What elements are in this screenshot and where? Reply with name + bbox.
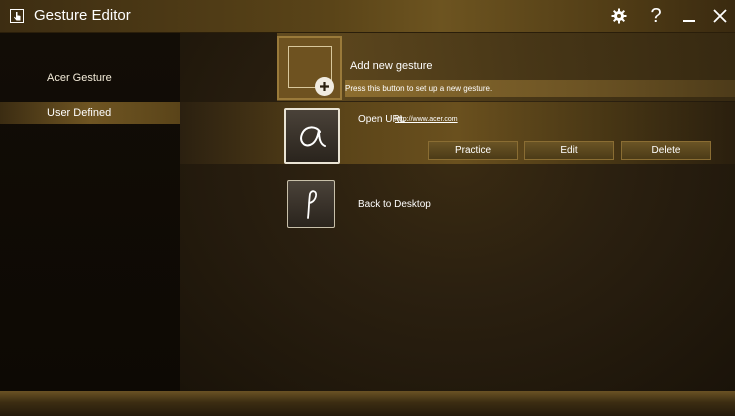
gesture-list: Add new gesture Press this button to set…	[180, 33, 735, 391]
gesture-name: Back to Desktop	[358, 199, 431, 210]
plus-circle-icon	[315, 77, 334, 96]
app-title: Gesture Editor	[34, 7, 131, 24]
edit-button[interactable]: Edit	[524, 141, 614, 160]
add-gesture-title: Add new gesture	[350, 60, 433, 72]
gesture-url-link[interactable]: http://www.acer.com	[395, 116, 458, 123]
status-bar	[0, 391, 735, 416]
sidebar-item-label: Acer Gesture	[47, 72, 112, 84]
sidebar-item-label: User Defined	[47, 107, 112, 119]
title-bar: Gesture Editor ?	[0, 0, 735, 33]
gesture-p-icon[interactable]	[287, 180, 335, 228]
sidebar-item-user-defined[interactable]: User Defined	[0, 102, 180, 124]
gear-icon[interactable]	[608, 5, 630, 27]
sidebar-item-acer-gesture[interactable]: Acer Gesture	[0, 67, 180, 89]
minimize-icon[interactable]	[678, 5, 700, 27]
add-gesture-button[interactable]	[277, 36, 342, 100]
help-icon[interactable]: ?	[645, 5, 667, 27]
sidebar: Acer Gesture User Defined	[0, 33, 180, 391]
close-icon[interactable]	[709, 5, 731, 27]
practice-button[interactable]: Practice	[428, 141, 518, 160]
gesture-a-icon[interactable]	[284, 108, 340, 164]
hand-pointer-icon	[10, 9, 24, 23]
delete-button[interactable]: Delete	[621, 141, 711, 160]
add-gesture-hint: Press this button to set up a new gestur…	[345, 80, 735, 97]
